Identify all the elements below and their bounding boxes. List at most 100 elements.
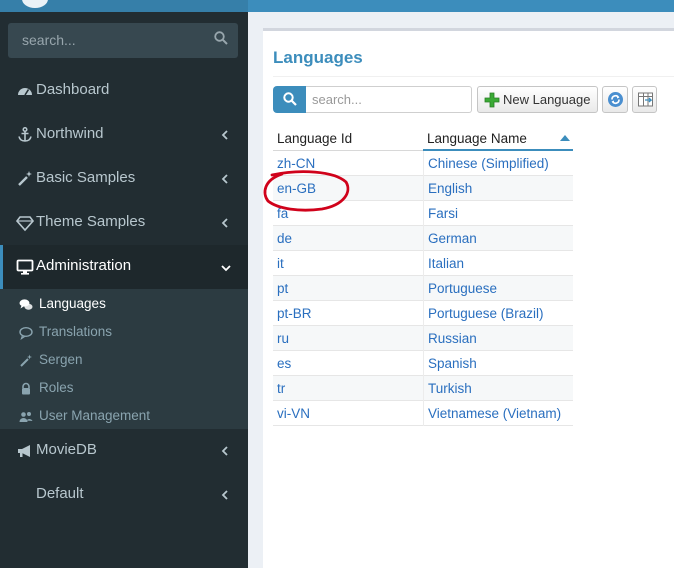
sidebar-subitem-user-management[interactable]: User Management — [0, 403, 248, 431]
grid-header: Language Id Language Name — [273, 126, 573, 151]
sidebar-item-label: Default — [36, 485, 84, 502]
refresh-icon — [607, 91, 624, 111]
monitor-icon — [16, 258, 34, 276]
table-row[interactable]: vi-VN Vietnamese (Vietnam) — [273, 401, 573, 426]
sidebar-subitem-roles[interactable]: Roles — [0, 375, 248, 403]
column-picker-button[interactable] — [632, 86, 657, 113]
lock-icon — [19, 382, 33, 396]
languages-panel: Languages New Language Lang — [263, 28, 674, 568]
sidebar-subitem-languages[interactable]: Languages — [0, 291, 248, 319]
users-icon — [19, 410, 33, 424]
quick-search-button[interactable] — [273, 86, 306, 113]
sidebar-subitem-sergen[interactable]: Sergen — [0, 347, 248, 375]
chevron-left-icon — [220, 444, 230, 456]
divider — [273, 76, 674, 77]
language-id-link[interactable]: pt — [273, 276, 423, 301]
magic-wand-icon — [16, 170, 34, 188]
new-language-label: New Language — [503, 92, 591, 107]
sidebar-item-label: MovieDB — [36, 441, 97, 458]
sidebar-item-moviedb[interactable]: MovieDB — [0, 429, 248, 473]
sidebar-item-administration[interactable]: Administration — [0, 245, 248, 289]
quick-search — [273, 86, 472, 113]
chevron-left-icon — [220, 128, 230, 140]
new-language-button[interactable]: New Language — [477, 86, 598, 113]
sidebar-item-basic-samples[interactable]: Basic Samples — [0, 157, 248, 201]
language-id-link[interactable]: fa — [273, 201, 423, 226]
megaphone-icon — [16, 442, 34, 460]
sidebar-item-label: Dashboard — [36, 81, 110, 98]
language-name-link[interactable]: Italian — [423, 251, 573, 276]
quick-search-input[interactable] — [306, 86, 472, 113]
top-header-bar — [0, 0, 674, 12]
table-row[interactable]: zh-CN Chinese (Simplified) — [273, 151, 573, 176]
language-id-link[interactable]: en-GB — [273, 176, 423, 201]
table-row[interactable]: es Spanish — [273, 351, 573, 376]
table-row[interactable]: en-GB English — [273, 176, 573, 201]
sidebar-subitem-label: User Management — [39, 408, 151, 423]
language-id-link[interactable]: pt-BR — [273, 301, 423, 326]
language-name-link[interactable]: Portuguese — [423, 276, 573, 301]
content-area: Languages New Language Lang — [248, 12, 674, 568]
language-name-link[interactable]: Vietnamese (Vietnam) — [423, 401, 573, 426]
column-header-language-id[interactable]: Language Id — [273, 126, 423, 151]
refresh-button[interactable] — [602, 86, 628, 113]
sidebar-subitem-label: Sergen — [39, 352, 83, 367]
table-row[interactable]: pt Portuguese — [273, 276, 573, 301]
sidebar-item-label: Administration — [36, 257, 132, 274]
language-id-link[interactable]: de — [273, 226, 423, 251]
brand-area[interactable] — [0, 0, 248, 12]
table-row[interactable]: de German — [273, 226, 573, 251]
chevron-down-icon — [220, 260, 231, 272]
language-name-link[interactable]: German — [423, 226, 573, 251]
sidebar-item-northwind[interactable]: Northwind — [0, 113, 248, 157]
sidebar-subitem-label: Roles — [39, 380, 74, 395]
language-id-link[interactable]: vi-VN — [273, 401, 423, 426]
sidebar-subitem-label: Translations — [39, 324, 113, 339]
logo — [22, 0, 48, 8]
language-id-link[interactable]: tr — [273, 376, 423, 401]
search-icon[interactable] — [214, 31, 228, 50]
language-name-link[interactable]: Chinese (Simplified) — [423, 151, 573, 176]
sidebar-item-label: Basic Samples — [36, 169, 136, 186]
sidebar-item-dashboard[interactable]: Dashboard — [0, 69, 248, 113]
table-row[interactable]: ru Russian — [273, 326, 573, 351]
dashboard-icon — [16, 82, 34, 100]
language-id-link[interactable]: zh-CN — [273, 151, 423, 176]
sidebar-search-input[interactable]: search... — [22, 32, 76, 48]
anchor-icon — [16, 126, 34, 144]
page-title: Languages — [273, 48, 363, 67]
language-name-link[interactable]: Spanish — [423, 351, 573, 376]
sort-ascending-icon — [560, 135, 570, 141]
chevron-left-icon — [220, 488, 230, 500]
magic-wand-icon — [19, 354, 33, 368]
search-icon — [283, 92, 297, 106]
administration-submenu: Languages Translations Sergen Roles User… — [0, 289, 248, 429]
sidebar-item-label: Theme Samples — [36, 213, 146, 230]
language-name-link[interactable]: English — [423, 176, 573, 201]
sidebar-item-label: Northwind — [36, 125, 104, 142]
language-name-link[interactable]: Farsi — [423, 201, 573, 226]
sidebar-item-theme-samples[interactable]: Theme Samples — [0, 201, 248, 245]
language-name-link[interactable]: Turkish — [423, 376, 573, 401]
diamond-icon — [15, 214, 35, 232]
language-name-link[interactable]: Russian — [423, 326, 573, 351]
sidebar-subitem-translations[interactable]: Translations — [0, 319, 248, 347]
sidebar-item-default[interactable]: Default — [0, 473, 248, 517]
language-name-link[interactable]: Portuguese (Brazil) — [423, 301, 573, 326]
sidebar-search[interactable]: search... — [8, 23, 238, 58]
table-row[interactable]: fa Farsi — [273, 201, 573, 226]
table-row[interactable]: tr Turkish — [273, 376, 573, 401]
comments-icon — [19, 298, 33, 312]
table-row[interactable]: pt-BR Portuguese (Brazil) — [273, 301, 573, 326]
column-picker-icon — [637, 91, 654, 111]
comment-icon — [19, 326, 33, 340]
table-row[interactable]: it Italian — [273, 251, 573, 276]
chevron-left-icon — [220, 216, 230, 228]
add-icon — [484, 92, 500, 108]
language-id-link[interactable]: it — [273, 251, 423, 276]
chevron-left-icon — [220, 172, 230, 184]
sidebar: search... Dashboard Northwind Basic Samp… — [0, 12, 248, 568]
language-id-link[interactable]: es — [273, 351, 423, 376]
language-id-link[interactable]: ru — [273, 326, 423, 351]
column-header-language-name[interactable]: Language Name — [423, 126, 573, 151]
